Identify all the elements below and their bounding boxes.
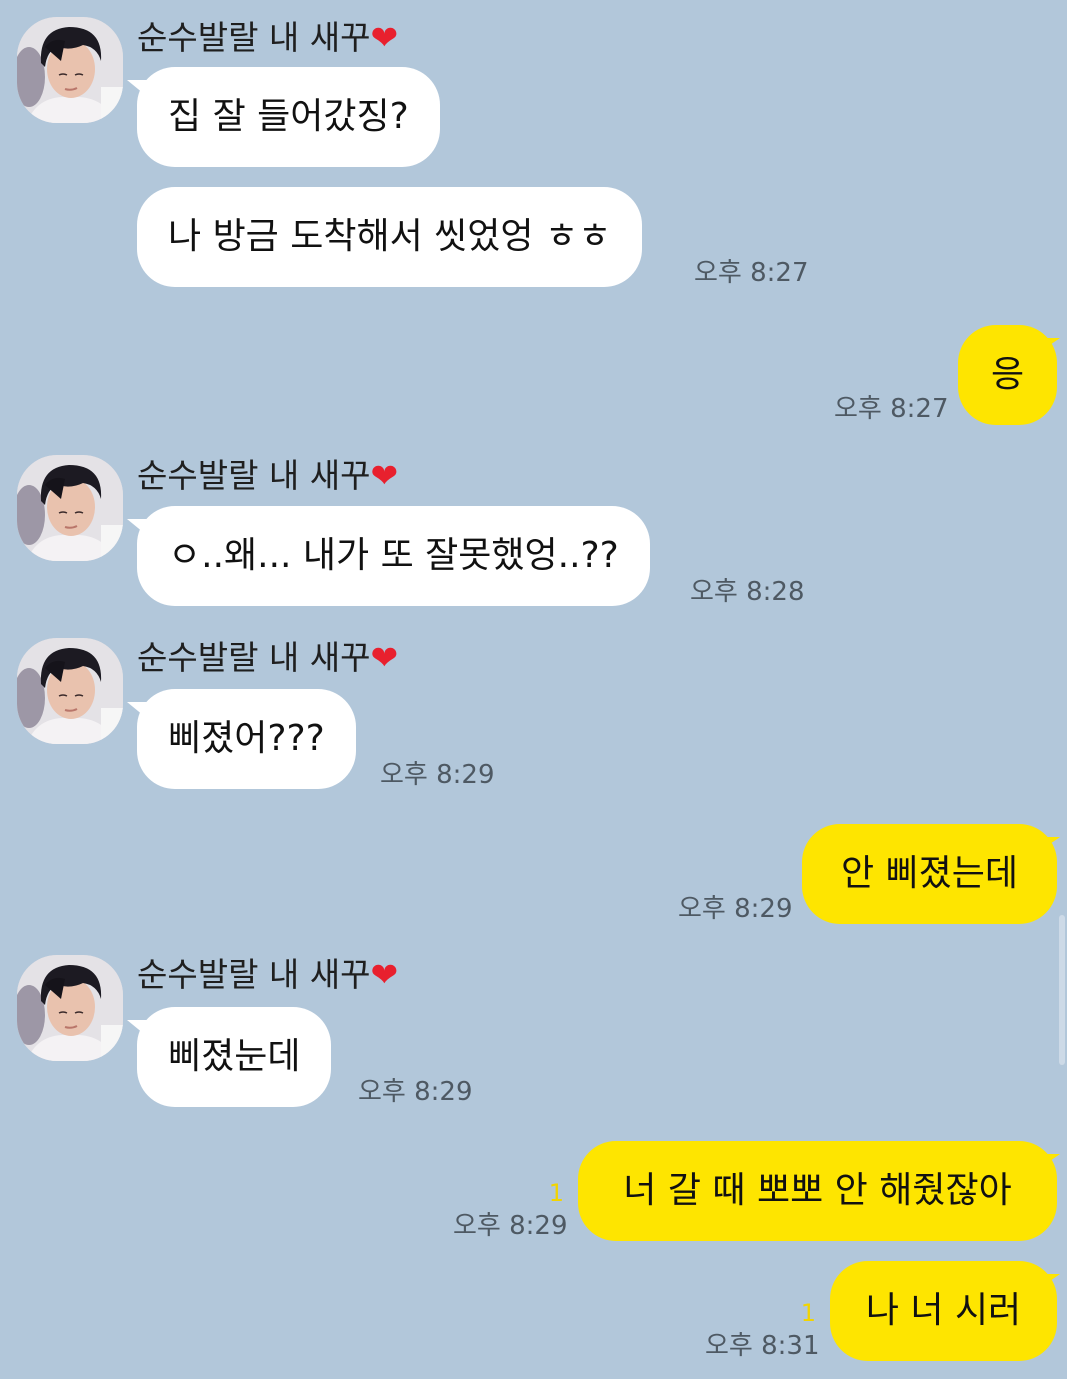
message-timestamp: 오후 8:27	[694, 258, 809, 288]
sender-avatar[interactable]	[17, 955, 123, 1061]
sender-avatar[interactable]	[17, 638, 123, 744]
avatar-photo-icon	[17, 638, 123, 744]
heart-icon: ❤	[370, 638, 399, 677]
message-timestamp: 오후 8:28	[690, 577, 805, 607]
sender-avatar[interactable]	[17, 455, 123, 561]
sender-name-text: 순수발랄 내 새꾸	[137, 18, 371, 57]
unread-count: 1	[548, 1179, 564, 1207]
message-bubble-outgoing[interactable]: 너 갈 때 뽀뽀 안 해줬잖아	[578, 1141, 1057, 1241]
message-timestamp: 오후 8:31	[705, 1331, 820, 1361]
message-bubble-outgoing[interactable]: 안 삐졌는데	[802, 824, 1057, 924]
message-bubble-incoming[interactable]: 집 잘 들어갔징?	[137, 67, 440, 167]
message-timestamp: 오후 8:27	[834, 394, 949, 424]
sender-name-text: 순수발랄 내 새꾸	[137, 955, 371, 994]
message-bubble-incoming[interactable]: 나 방금 도착해서 씻었엉 ㅎㅎ	[137, 187, 643, 287]
message-bubble-incoming[interactable]: 삐졌눈데	[137, 1007, 332, 1107]
scrollbar[interactable]	[1059, 915, 1065, 1065]
heart-icon: ❤	[370, 955, 399, 994]
avatar-photo-icon	[17, 455, 123, 561]
message-bubble-incoming[interactable]: 삐졌어???	[137, 689, 356, 789]
message-bubble-outgoing[interactable]: 응	[958, 325, 1057, 425]
message-bubble-incoming[interactable]: ㅇ..왜... 내가 또 잘못했엉..??	[137, 506, 650, 606]
message-bubble-outgoing[interactable]: 나 너 시러	[830, 1261, 1057, 1361]
heart-icon: ❤	[370, 18, 399, 57]
sender-name-text: 순수발랄 내 새꾸	[137, 638, 371, 677]
sender-name: 순수발랄 내 새꾸❤	[137, 638, 398, 678]
heart-icon: ❤	[370, 456, 399, 495]
message-timestamp: 오후 8:29	[358, 1077, 473, 1107]
message-timestamp: 오후 8:29	[380, 760, 495, 790]
message-timestamp: 오후 8:29	[453, 1211, 568, 1241]
sender-avatar[interactable]	[17, 17, 123, 123]
sender-name: 순수발랄 내 새꾸❤	[137, 18, 398, 58]
message-timestamp: 오후 8:29	[678, 894, 793, 924]
sender-name: 순수발랄 내 새꾸❤	[137, 456, 398, 496]
unread-count: 1	[800, 1299, 816, 1327]
avatar-photo-icon	[17, 17, 123, 123]
avatar-photo-icon	[17, 955, 123, 1061]
sender-name-text: 순수발랄 내 새꾸	[137, 456, 371, 495]
sender-name: 순수발랄 내 새꾸❤	[137, 955, 398, 995]
